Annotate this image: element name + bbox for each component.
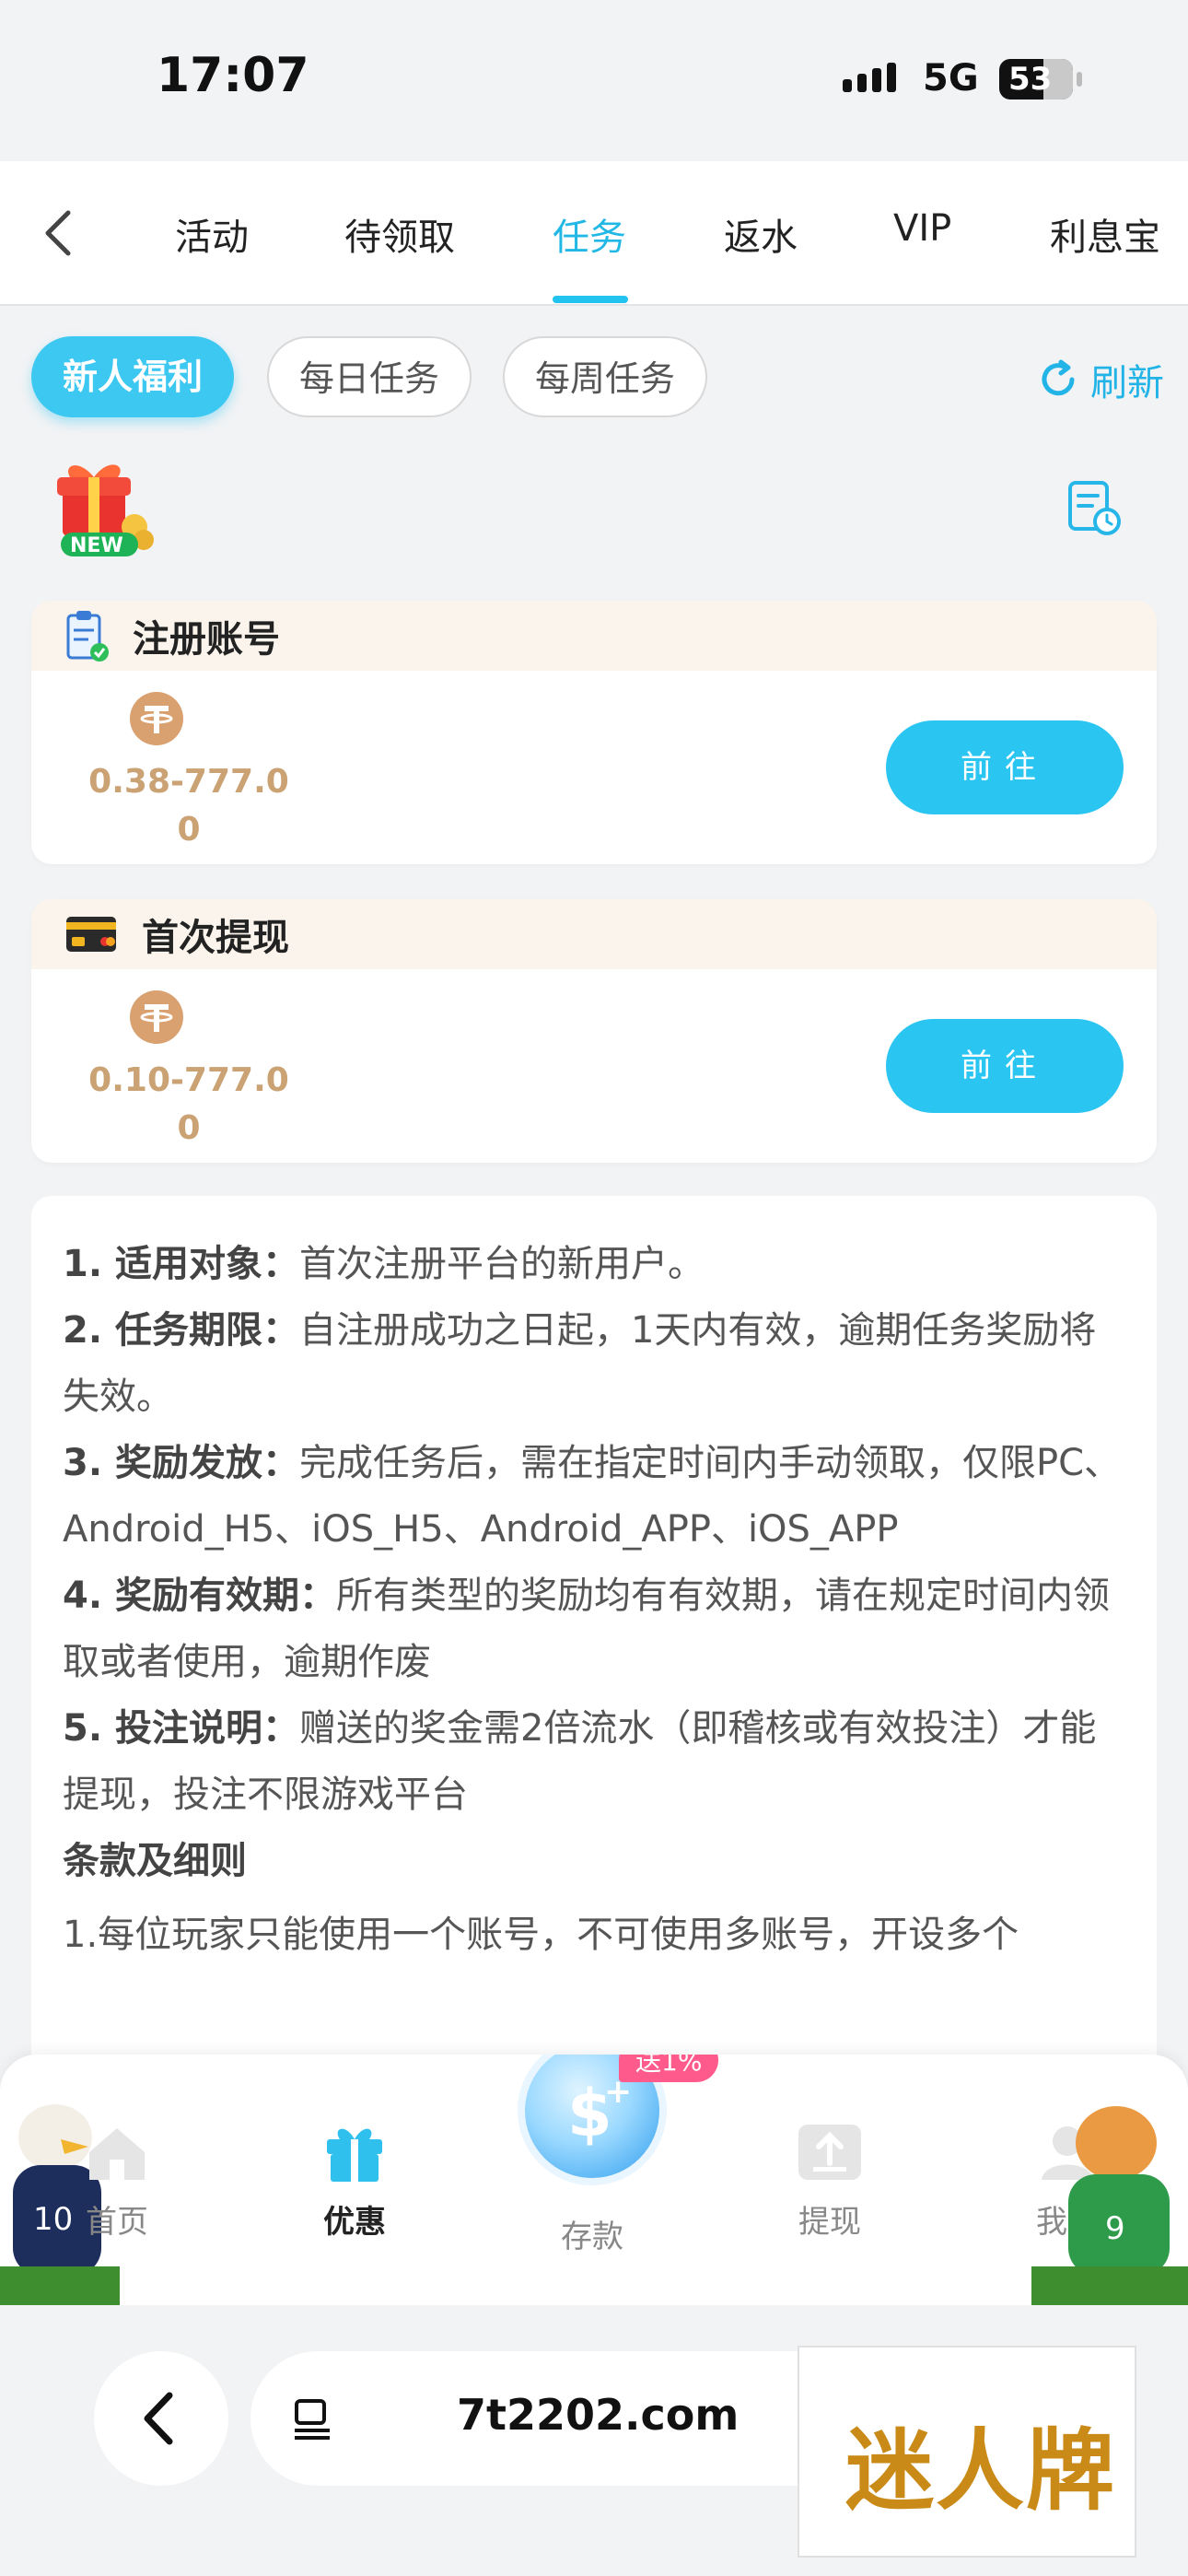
new-gift-icon: NEW (42, 451, 162, 567)
tiger-mascot-icon: 9 (1031, 2106, 1188, 2305)
rule-item: 2. 任务期限：自注册成功之日起，1天内有效，逾期任务奖励将失效。 (63, 1309, 1097, 1418)
browser-back-button[interactable] (94, 2351, 228, 2486)
chip-weekly-tasks[interactable]: 每周任务 (503, 336, 707, 417)
browser-toolbar: 7t2202.com 迷人牌 (0, 2305, 1188, 2576)
task-title: 注册账号 (133, 618, 280, 661)
task-filter-chips: 新人福利 每日任务 每周任务 刷新 (31, 336, 1164, 419)
active-tab-indicator (553, 296, 628, 303)
battery-icon: 53 (999, 59, 1082, 100)
gift-icon (327, 2128, 382, 2182)
chip-daily-tasks[interactable]: 每日任务 (267, 336, 472, 417)
task-title: 首次提现 (142, 917, 289, 959)
bonus-badge: 送1% (619, 2055, 719, 2082)
nav-home[interactable]: 首页 (57, 2119, 177, 2242)
new-badge-label: NEW (70, 534, 123, 557)
status-time: 17:07 (157, 48, 309, 103)
rules-panel: 1. 适用对象：首次注册平台的新用户。 2. 任务期限：自注册成功之日起，1天内… (31, 1196, 1157, 2080)
tab-interest[interactable]: 利息宝 (1050, 207, 1160, 261)
nav-deposit[interactable]: 存款 (532, 2202, 652, 2256)
terms-heading: 条款及细则 (63, 1840, 247, 1882)
network-type: 5G (923, 57, 979, 100)
back-button[interactable] (28, 196, 92, 270)
withdraw-upload-icon (798, 2125, 861, 2180)
chevron-left-icon (144, 2392, 173, 2445)
nav-withdraw[interactable]: 提现 (770, 2119, 890, 2242)
rule-item: 5. 投注说明：赠送的奖金需2倍流水（即稽核或有效投注）才能提现，投注不限游戏平… (63, 1707, 1097, 1816)
refresh-icon (1042, 359, 1075, 396)
battery-level: 53 (1008, 61, 1053, 98)
tab-tasks[interactable]: 任务 (553, 207, 626, 261)
go-button[interactable]: 前往 (886, 720, 1124, 814)
rule-item: 1. 适用对象：首次注册平台的新用户。 (63, 1243, 705, 1285)
tether-coin-icon (130, 692, 183, 745)
clipboard-check-icon (66, 611, 109, 662)
task-card-header: 首次提现 (31, 899, 1157, 969)
tab-vip[interactable]: VIP (893, 207, 951, 250)
svg-text:9: 9 (1105, 2210, 1125, 2247)
top-tab-bar: 活动 待领取 任务 返水 VIP 利息宝 (0, 161, 1188, 306)
reward-amount: 0.10-777.0 0 (88, 1061, 289, 1147)
bank-card-icon (66, 917, 116, 952)
rule-item: 3. 奖励发放：完成任务后，需在指定时间内手动领取，仅限PC、Android_H… (63, 1442, 1122, 1551)
bottom-nav: 10 首页 优惠 $ + 送1% 存款 提现 我的 9 (0, 2055, 1188, 2305)
go-button[interactable]: 前往 (886, 1019, 1124, 1113)
tab-rebate[interactable]: 返水 (724, 207, 798, 261)
cellular-signal-icon (843, 63, 896, 92)
nav-promotions[interactable]: 优惠 (295, 2119, 414, 2242)
chip-newbie-benefits[interactable]: 新人福利 (31, 336, 234, 417)
watermark-logo: 迷人牌 (798, 2346, 1136, 2558)
refresh-label: 刷新 (1090, 362, 1164, 404)
task-card-register: 注册账号 0.38-777.0 0 前往 (31, 601, 1157, 864)
reward-amount: 0.38-777.0 0 (88, 763, 289, 849)
status-bar: 17:07 5G 53 (0, 0, 1188, 161)
terms-text: 1.每位玩家只能使用一个账号，不可使用多账号，开设多个 (63, 1914, 1019, 1956)
refresh-button[interactable]: 刷新 (1035, 353, 1164, 406)
page-menu-icon (295, 2399, 330, 2440)
tab-pending[interactable]: 待领取 (344, 207, 455, 261)
rule-item: 4. 奖励有效期：所有类型的奖励均有有效期，请在规定时间内领取或者使用，逾期作废 (63, 1575, 1110, 1683)
chevron-left-icon (45, 210, 71, 256)
tether-coin-icon (130, 990, 183, 1044)
tab-activity[interactable]: 活动 (175, 207, 249, 261)
task-history-icon[interactable] (1066, 479, 1122, 536)
task-card-header: 注册账号 (31, 601, 1157, 671)
home-icon (89, 2128, 145, 2180)
url-text: 7t2202.com (457, 2390, 740, 2440)
task-card-first-withdrawal: 首次提现 0.10-777.0 0 前往 (31, 899, 1157, 1163)
